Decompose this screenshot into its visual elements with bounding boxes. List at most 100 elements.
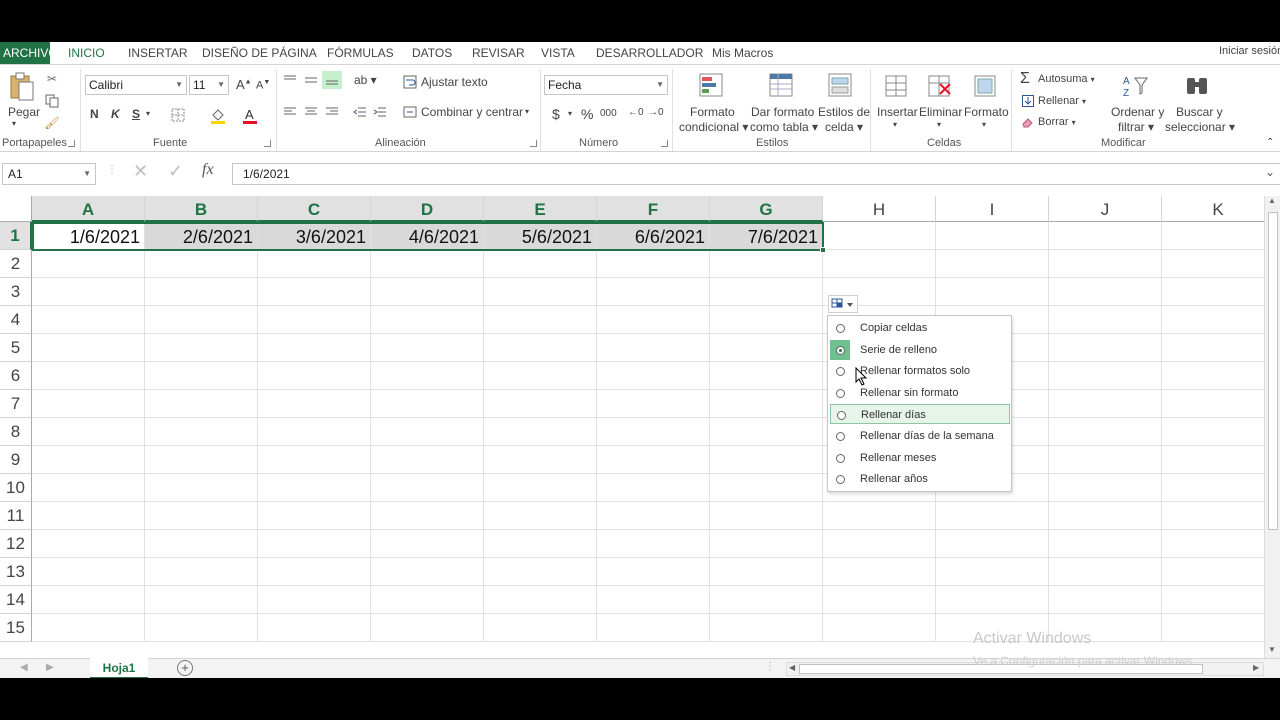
- cell-d1[interactable]: 4/6/2021: [371, 222, 484, 250]
- scroll-right-icon[interactable]: ▶: [1253, 663, 1259, 672]
- cell-d8[interactable]: [371, 418, 484, 446]
- row-header-3[interactable]: 3: [0, 278, 32, 306]
- cell-k14[interactable]: [1162, 586, 1264, 614]
- underline-button[interactable]: S: [132, 107, 140, 121]
- radio-unchecked-icon[interactable]: [836, 475, 845, 485]
- row-header-14[interactable]: 14: [0, 586, 32, 614]
- cell-b10[interactable]: [145, 474, 258, 502]
- cell-k5[interactable]: [1162, 334, 1264, 362]
- radio-unchecked-icon[interactable]: [836, 367, 845, 377]
- cell-i11[interactable]: [936, 502, 1049, 530]
- cell-i1[interactable]: [936, 222, 1049, 250]
- format-cells-icon[interactable]: [971, 71, 999, 101]
- cell-styles-label-1[interactable]: Estilos de: [818, 105, 870, 119]
- cancel-icon[interactable]: ✕: [133, 161, 148, 182]
- cell-c7[interactable]: [258, 390, 371, 418]
- eraser-icon[interactable]: [1021, 115, 1035, 129]
- grow-font-icon[interactable]: A▲: [236, 77, 252, 92]
- number-launcher-icon[interactable]: [661, 140, 668, 147]
- bold-button[interactable]: N: [90, 107, 99, 121]
- find-select-label-1[interactable]: Buscar y: [1176, 105, 1223, 119]
- row-header-2[interactable]: 2: [0, 250, 32, 278]
- prev-sheet-icon[interactable]: ◀: [20, 662, 28, 673]
- cell-j3[interactable]: [1049, 278, 1162, 306]
- cell-i13[interactable]: [936, 558, 1049, 586]
- cell-c15[interactable]: [258, 614, 371, 642]
- cell-d9[interactable]: [371, 446, 484, 474]
- column-header-i[interactable]: I: [936, 196, 1049, 222]
- insert-function-icon[interactable]: fx: [202, 161, 214, 179]
- cell-k8[interactable]: [1162, 418, 1264, 446]
- vertical-scroll-thumb[interactable]: [1268, 212, 1278, 530]
- cell-g13[interactable]: [710, 558, 823, 586]
- cell-a13[interactable]: [32, 558, 145, 586]
- tab-formulas[interactable]: FÓRMULAS: [327, 42, 394, 64]
- scroll-down-icon[interactable]: ▼: [1268, 645, 1276, 654]
- autofill-option-6[interactable]: Rellenar días de la semana: [830, 426, 1010, 446]
- shrink-font-icon[interactable]: A▼: [256, 79, 270, 92]
- tab-view[interactable]: VISTA: [541, 42, 575, 64]
- cell-i12[interactable]: [936, 530, 1049, 558]
- autofill-options-button[interactable]: [828, 295, 858, 313]
- cell-e13[interactable]: [484, 558, 597, 586]
- cell-g6[interactable]: [710, 362, 823, 390]
- cell-d12[interactable]: [371, 530, 484, 558]
- cell-c3[interactable]: [258, 278, 371, 306]
- copy-icon[interactable]: [44, 93, 60, 109]
- row-header-5[interactable]: 5: [0, 334, 32, 362]
- row-header-10[interactable]: 10: [0, 474, 32, 502]
- row-header-15[interactable]: 15: [0, 614, 32, 642]
- cell-a1[interactable]: 1/6/2021: [32, 222, 145, 250]
- cell-b1[interactable]: 2/6/2021: [145, 222, 258, 250]
- cell-k10[interactable]: [1162, 474, 1264, 502]
- wrap-text-button[interactable]: Ajustar texto: [421, 75, 488, 89]
- cell-k4[interactable]: [1162, 306, 1264, 334]
- cell-e14[interactable]: [484, 586, 597, 614]
- cell-f7[interactable]: [597, 390, 710, 418]
- autofill-option-5[interactable]: Rellenar días: [830, 404, 1010, 425]
- orientation-icon[interactable]: ab ▾: [354, 73, 377, 87]
- cell-h14[interactable]: [823, 586, 936, 614]
- insert-cells-button[interactable]: Insertar: [877, 105, 918, 119]
- row-header-12[interactable]: 12: [0, 530, 32, 558]
- cell-a3[interactable]: [32, 278, 145, 306]
- cell-i2[interactable]: [936, 250, 1049, 278]
- cell-d11[interactable]: [371, 502, 484, 530]
- enter-icon[interactable]: ✓: [168, 161, 183, 182]
- row-header-4[interactable]: 4: [0, 306, 32, 334]
- cell-a7[interactable]: [32, 390, 145, 418]
- formula-input[interactable]: 1/6/2021: [232, 163, 1280, 185]
- cell-b2[interactable]: [145, 250, 258, 278]
- column-header-c[interactable]: C: [258, 196, 371, 222]
- align-bottom-icon[interactable]: [322, 71, 342, 89]
- cell-a6[interactable]: [32, 362, 145, 390]
- cell-a10[interactable]: [32, 474, 145, 502]
- cell-b15[interactable]: [145, 614, 258, 642]
- decrease-decimal-icon[interactable]: →0: [648, 107, 664, 118]
- cell-e6[interactable]: [484, 362, 597, 390]
- cell-b6[interactable]: [145, 362, 258, 390]
- cell-g15[interactable]: [710, 614, 823, 642]
- cell-a9[interactable]: [32, 446, 145, 474]
- cell-h11[interactable]: [823, 502, 936, 530]
- font-launcher-icon[interactable]: [264, 140, 271, 147]
- cell-g11[interactable]: [710, 502, 823, 530]
- font-name-combo[interactable]: Calibri ▼: [85, 75, 187, 95]
- conditional-format-icon[interactable]: [697, 71, 727, 101]
- tab-review[interactable]: REVISAR: [472, 42, 525, 64]
- cell-c4[interactable]: [258, 306, 371, 334]
- merge-center-icon[interactable]: [402, 104, 418, 120]
- cell-b8[interactable]: [145, 418, 258, 446]
- cell-g10[interactable]: [710, 474, 823, 502]
- tab-page-layout[interactable]: DISEÑO DE PÁGINA: [202, 42, 317, 64]
- cell-d15[interactable]: [371, 614, 484, 642]
- clipboard-launcher-icon[interactable]: [68, 140, 75, 147]
- autofill-option-8[interactable]: Rellenar años: [830, 469, 1010, 489]
- cell-b11[interactable]: [145, 502, 258, 530]
- italic-button[interactable]: K: [111, 107, 120, 121]
- cell-e2[interactable]: [484, 250, 597, 278]
- cell-e12[interactable]: [484, 530, 597, 558]
- cell-e3[interactable]: [484, 278, 597, 306]
- cell-c2[interactable]: [258, 250, 371, 278]
- cell-d2[interactable]: [371, 250, 484, 278]
